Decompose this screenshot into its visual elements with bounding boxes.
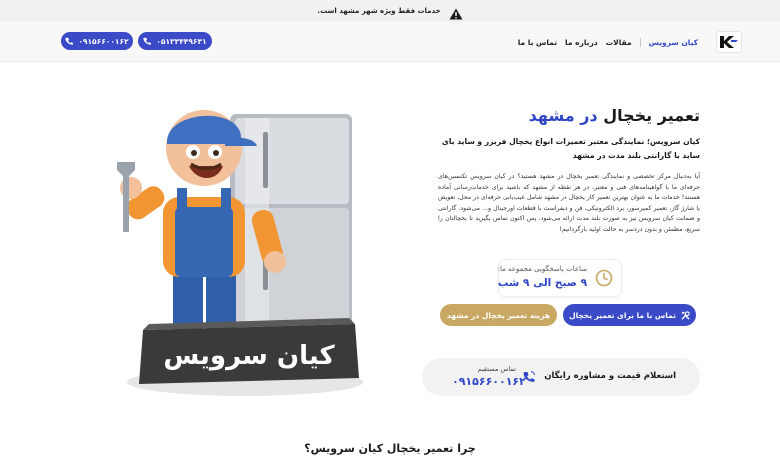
landline-number: ۰۵۱۳۳۴۴۹۶۳۱: [156, 36, 207, 46]
repair-cost-button[interactable]: هزینه تعمیر یخچال در مشهد: [440, 304, 557, 326]
notice-text: خدمات فقط ویژه شهر مشهد است.: [317, 7, 441, 15]
hero-title-accent: در مشهد: [528, 106, 598, 125]
notice-bar: خدمات فقط ویژه شهر مشهد است.: [0, 0, 780, 22]
site-header: کیان سرویس مقالات درباره ما تماس با ما ۰…: [0, 22, 780, 62]
warning-icon: [449, 5, 463, 20]
hero-description: آیا به‌دنبال مرکز تخصصی و نمایندگی تعمیر…: [438, 173, 700, 233]
site-logo[interactable]: [716, 31, 742, 53]
repair-cost-label: هزینه تعمیر یخچال در مشهد: [446, 310, 551, 320]
technician-illustration: کیان سرویس: [117, 110, 363, 396]
nav-about[interactable]: درباره ما: [565, 38, 598, 47]
hours-value: ۹ صبح الی ۹ شب: [497, 277, 587, 289]
direct-call-label: تماس مستقیم: [477, 365, 516, 373]
hours-label: ساعات پاسخگویی مجموعه ما:: [497, 265, 587, 273]
brand-text: کیان سرویس: [163, 341, 335, 371]
contact-repair-label: تماس با ما برای تعمیر یخچال: [569, 310, 676, 320]
phone-icon: [65, 37, 74, 45]
nav-contact[interactable]: تماس با ما: [518, 38, 557, 47]
nav-divider: [639, 37, 641, 47]
tools-icon: [681, 310, 690, 320]
mobile-call-button[interactable]: ۰۹۱۵۶۶۰۰۱۶۲: [61, 32, 133, 50]
section-title: چرا تعمیر یخچال کیان سرویس؟: [304, 442, 476, 455]
direct-call-number[interactable]: ۰۹۱۵۶۶۰۰۱۶۲: [452, 375, 526, 388]
working-hours-box: ساعات پاسخگویی مجموعه ما: ۹ صبح الی ۹ شب: [498, 259, 622, 297]
hero-subtitle: کیان سرویس؛ نمایندگی معتبر تعمیرات انواع…: [441, 137, 700, 160]
consultation-title: استعلام قیمت و مشاوره رایگان: [544, 371, 676, 381]
main-nav: کیان سرویس مقالات درباره ما تماس با ما: [518, 22, 698, 62]
clock-icon: [595, 269, 613, 287]
free-consultation-box: استعلام قیمت و مشاوره رایگان تماس مستقیم…: [422, 358, 700, 396]
hero-title: تعمیر یخچال در مشهد: [529, 106, 700, 125]
contact-repair-button[interactable]: تماس با ما برای تعمیر یخچال: [563, 304, 696, 326]
mobile-number: ۰۹۱۵۶۶۰۰۱۶۲: [78, 36, 129, 46]
landline-call-button[interactable]: ۰۵۱۳۳۴۴۹۶۳۱: [138, 32, 212, 50]
nav-articles[interactable]: مقالات: [606, 38, 632, 47]
nav-home[interactable]: کیان سرویس: [649, 38, 698, 47]
logo-icon: [720, 36, 738, 48]
phone-icon: [143, 37, 152, 45]
hero-title-main: تعمیر یخچال: [603, 106, 700, 125]
